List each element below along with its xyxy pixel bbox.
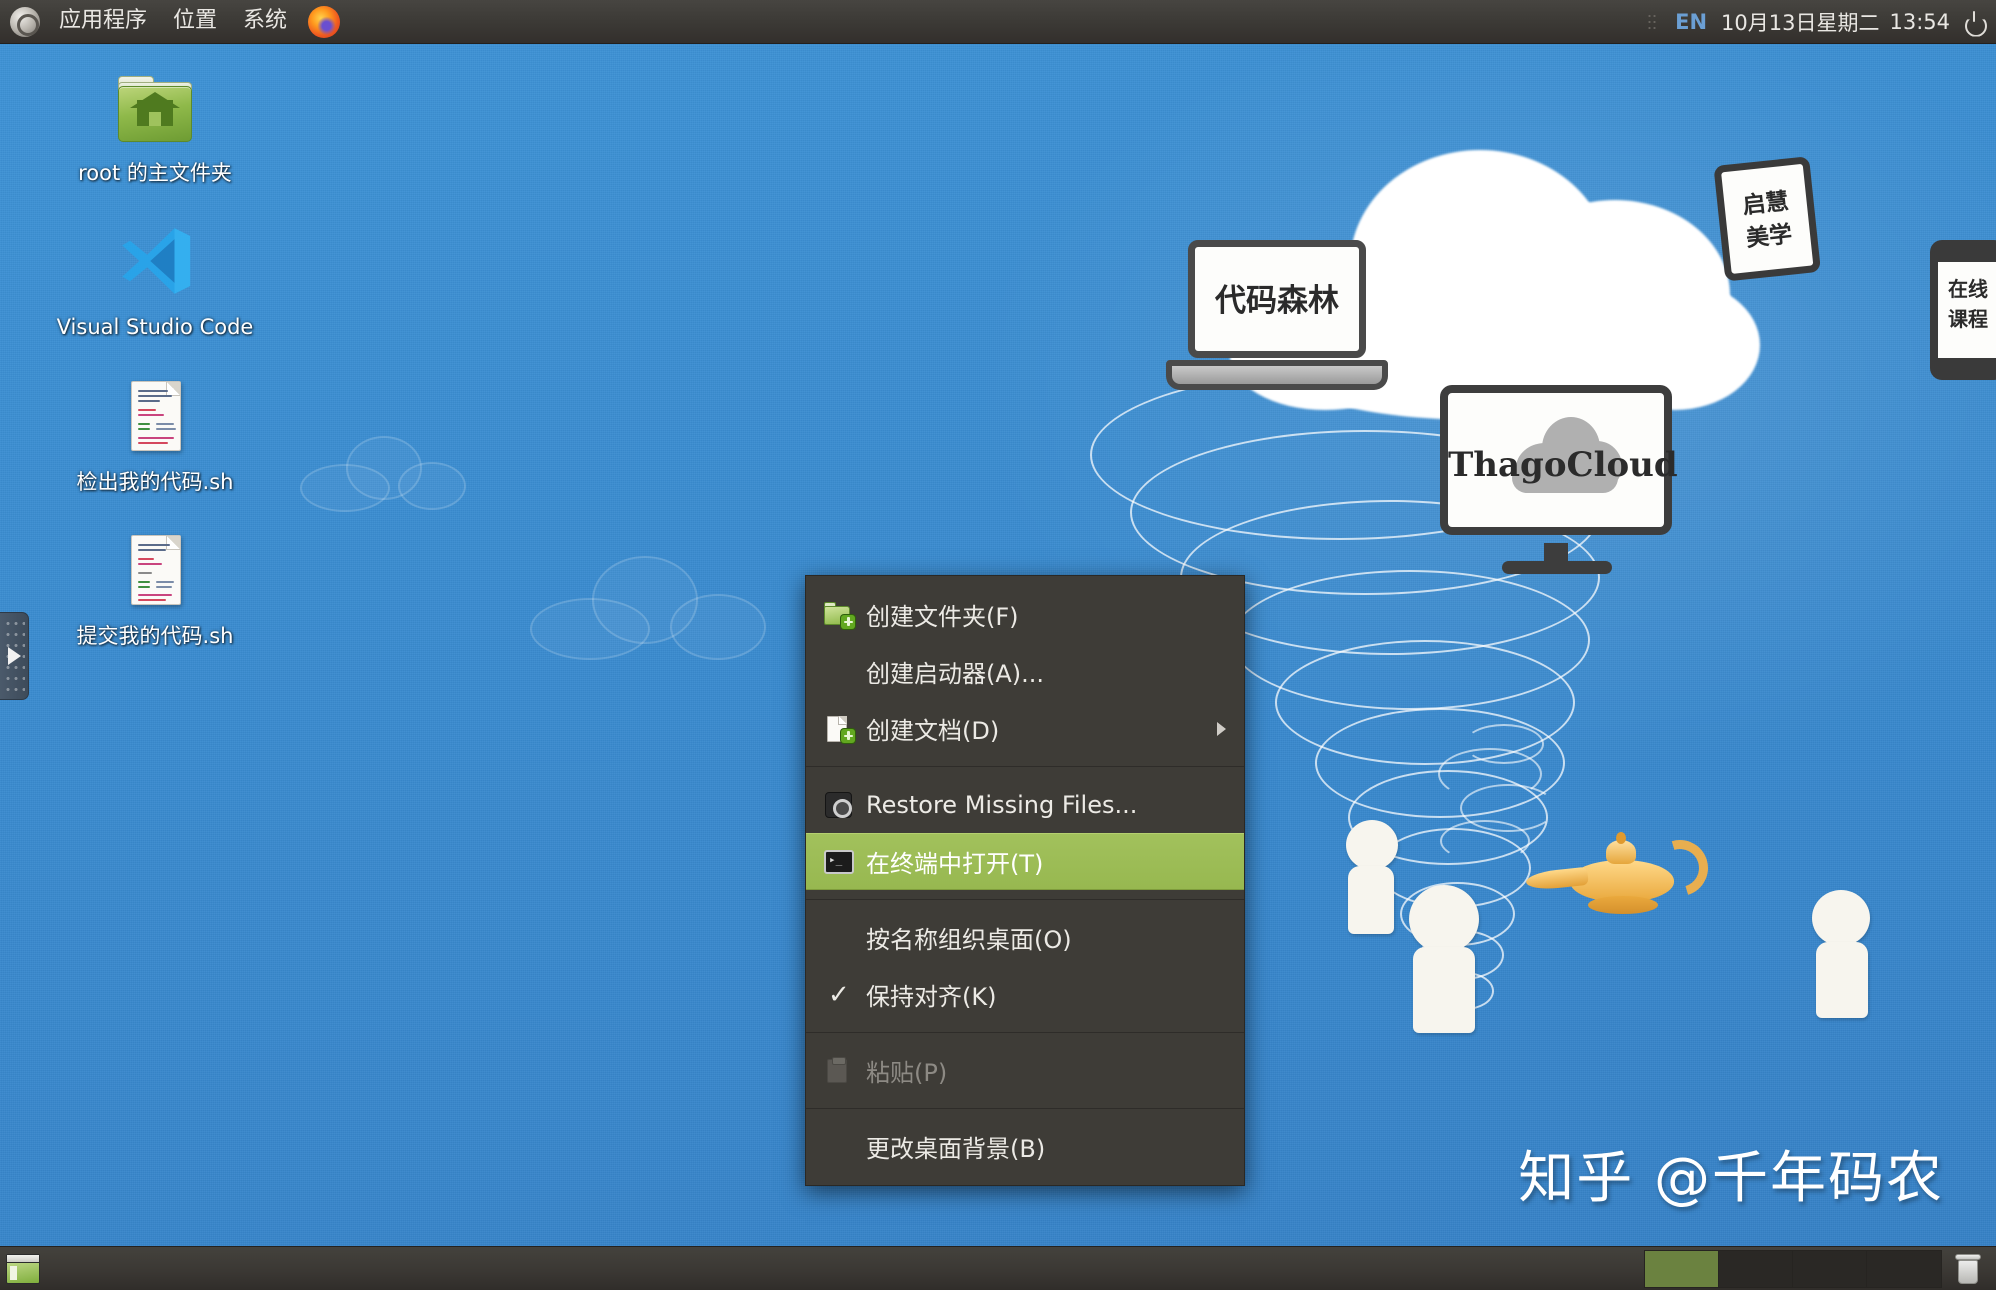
bottom-panel bbox=[0, 1246, 1996, 1290]
menu-separator bbox=[806, 1108, 1244, 1109]
trash-icon[interactable] bbox=[1948, 1250, 1988, 1288]
menu-item-label: 保持对齐(K) bbox=[866, 983, 997, 1011]
workspace-2[interactable] bbox=[1719, 1250, 1793, 1287]
ghost-cloud-icon bbox=[530, 550, 770, 660]
no-icon-spacer bbox=[822, 923, 856, 953]
power-icon[interactable] bbox=[1962, 10, 1986, 34]
terminal-icon bbox=[822, 847, 856, 877]
menu-item-label: 创建启动器(A)... bbox=[866, 660, 1045, 688]
desktop-icon-label: 提交我的代码.sh bbox=[76, 623, 234, 648]
menu-item-create-launcher[interactable]: 创建启动器(A)... bbox=[806, 643, 1244, 700]
menu-item-label: 粘贴(P) bbox=[866, 1059, 948, 1087]
show-desktop-icon[interactable] bbox=[2, 1250, 44, 1288]
menu-separator bbox=[806, 1032, 1244, 1033]
menu-item-open-in-terminal[interactable]: 在终端中打开(T) bbox=[806, 833, 1244, 890]
desktop-icon-label: root 的主文件夹 bbox=[78, 161, 232, 185]
menu-item-change-desktop-background[interactable]: 更改桌面背景(B) bbox=[806, 1118, 1244, 1175]
menu-places[interactable]: 位置 bbox=[160, 5, 230, 37]
firefox-icon[interactable] bbox=[308, 5, 341, 38]
menu-item-paste: 粘贴(P) bbox=[806, 1042, 1244, 1099]
workspace-4[interactable] bbox=[1867, 1250, 1941, 1287]
menu-item-create-folder[interactable]: 创建文件夹(F) bbox=[806, 586, 1244, 643]
desktop-icon-grid: root 的主文件夹 Visual Studio Code 检出我的代码.sh … bbox=[0, 56, 330, 673]
desktop-icon-label: 检出我的代码.sh bbox=[76, 469, 234, 494]
desktop-icon-checkout-script[interactable]: 检出我的代码.sh bbox=[40, 365, 270, 501]
chevron-right-icon bbox=[1217, 721, 1226, 736]
clock-display[interactable]: 13:54 bbox=[1885, 8, 1958, 36]
desktop-icon-home-folder[interactable]: root 的主文件夹 bbox=[40, 56, 270, 192]
menu-item-organize-desktop-by-name[interactable]: 按名称组织桌面(O) bbox=[806, 909, 1244, 966]
menu-item-create-document[interactable]: 创建文档(D) bbox=[806, 700, 1244, 757]
vscode-icon bbox=[110, 218, 200, 308]
date-display[interactable]: 10月13日星期二 bbox=[1715, 5, 1885, 39]
new-document-icon bbox=[822, 714, 856, 744]
ubuntu-logo-icon[interactable] bbox=[10, 6, 40, 37]
menu-item-label: 在终端中打开(T) bbox=[866, 850, 1044, 878]
tray-handle-icon[interactable] bbox=[1647, 12, 1658, 31]
menu-item-label: 更改桌面背景(B) bbox=[866, 1135, 1046, 1163]
paste-icon bbox=[822, 1056, 856, 1086]
shell-script-icon bbox=[110, 373, 200, 463]
desktop-context-menu[interactable]: 创建文件夹(F) 创建启动器(A)... 创建文档(D) Restore Mis… bbox=[805, 575, 1245, 1186]
language-indicator[interactable]: EN bbox=[1667, 8, 1715, 36]
desktop-icon-vscode[interactable]: Visual Studio Code bbox=[40, 210, 270, 346]
watermark-text: 知乎 @千年码农 bbox=[1518, 1146, 1944, 1211]
menu-item-keep-aligned[interactable]: ✓ 保持对齐(K) bbox=[806, 966, 1244, 1023]
menu-separator bbox=[806, 766, 1244, 767]
top-panel-left-group: 应用程序 位置 系统 bbox=[0, 5, 341, 38]
left-panel-handle[interactable] bbox=[0, 612, 29, 700]
no-icon-spacer bbox=[822, 657, 856, 687]
menu-item-restore-missing-files[interactable]: Restore Missing Files... bbox=[806, 776, 1244, 833]
top-panel: 应用程序 位置 系统 EN 10月13日星期二 13:54 bbox=[0, 0, 1996, 44]
menu-separator bbox=[806, 899, 1244, 900]
window-task-list[interactable] bbox=[48, 1247, 1644, 1290]
menu-system[interactable]: 系统 bbox=[230, 5, 300, 37]
menu-item-label: 按名称组织桌面(O) bbox=[866, 926, 1072, 954]
menu-applications[interactable]: 应用程序 bbox=[46, 5, 160, 37]
top-panel-right-group: EN 10月13日星期二 13:54 bbox=[1647, 5, 1996, 39]
home-folder-icon bbox=[110, 64, 200, 154]
restore-disc-icon bbox=[822, 790, 856, 820]
menu-item-label: 创建文件夹(F) bbox=[866, 603, 1019, 631]
workspace-1[interactable] bbox=[1645, 1250, 1719, 1287]
desktop-icon-commit-script[interactable]: 提交我的代码.sh bbox=[40, 519, 270, 655]
no-icon-spacer bbox=[822, 1132, 856, 1162]
new-folder-icon bbox=[822, 600, 856, 630]
menu-item-label: 创建文档(D) bbox=[866, 717, 1000, 745]
workspace-switcher[interactable] bbox=[1644, 1249, 1942, 1288]
desktop-icon-label: Visual Studio Code bbox=[56, 315, 254, 340]
shell-script-icon bbox=[110, 527, 200, 617]
menu-item-label: Restore Missing Files... bbox=[866, 790, 1138, 819]
no-icon-spacer bbox=[822, 980, 856, 1010]
workspace-3[interactable] bbox=[1793, 1250, 1867, 1287]
expand-arrow-icon bbox=[7, 647, 21, 665]
